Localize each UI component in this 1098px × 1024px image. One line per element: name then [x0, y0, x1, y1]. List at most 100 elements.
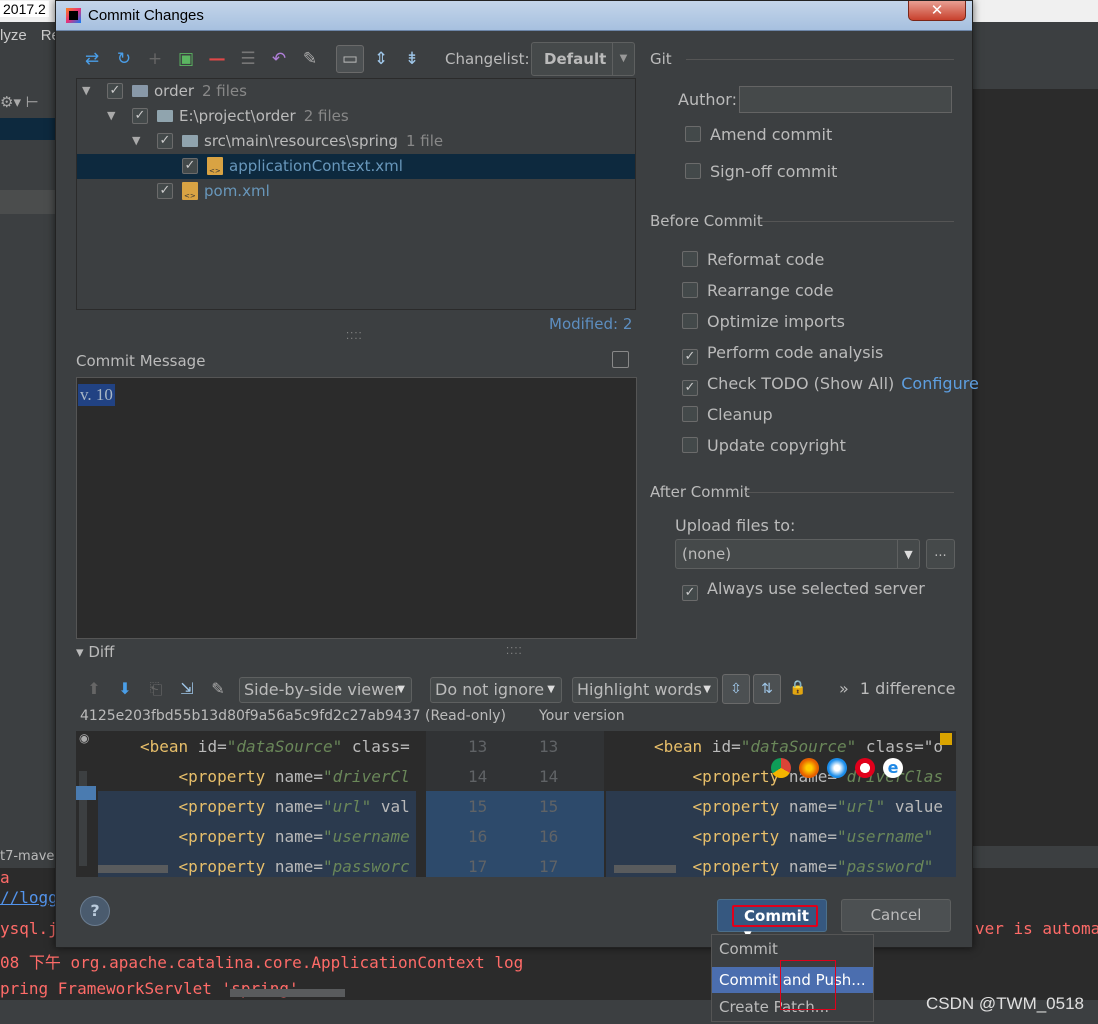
line-number: 15: [468, 797, 488, 816]
expand-arrow-icon[interactable]: ▼: [82, 84, 90, 97]
prev-file-icon[interactable]: ⎗: [145, 679, 167, 699]
expand-arrow-icon[interactable]: ▼: [107, 109, 115, 122]
collapse-unchanged-icon[interactable]: ⇳: [722, 674, 750, 704]
console-scrollbar[interactable]: [230, 989, 345, 997]
folder-icon: [182, 135, 198, 147]
right-scrollbar[interactable]: [614, 865, 676, 873]
tree-row[interactable]: ✓ applicationContext.xml: [77, 154, 635, 179]
viewer-dropdown[interactable]: Side-by-side viewer ▼: [239, 677, 412, 703]
rearrange-code-checkbox[interactable]: Rearrange code: [682, 281, 834, 300]
tree-checkbox[interactable]: ✓: [132, 108, 148, 124]
add-icon[interactable]: +: [145, 49, 165, 69]
left-code-line: <property name="url" val: [140, 797, 410, 816]
commit-message-editor[interactable]: v. 10: [76, 377, 637, 639]
safari-icon[interactable]: [827, 758, 847, 778]
always-use-server-checkbox[interactable]: ✓ Always use selected server: [682, 579, 925, 601]
right-code-line: <bean id="dataSource" class="o: [654, 737, 943, 756]
code-analysis-checkbox[interactable]: ✓ Perform code analysis: [682, 343, 883, 365]
help-button[interactable]: ?: [80, 896, 110, 926]
commit-message-history-icon[interactable]: [612, 351, 629, 368]
chevron-down-icon: ▼: [897, 540, 919, 568]
warning-marker[interactable]: [940, 733, 952, 745]
rollback-icon[interactable]: ↶: [269, 49, 289, 69]
chevron-down-icon: ▼: [703, 684, 711, 695]
jump-to-source-icon[interactable]: ⇲: [176, 679, 198, 699]
ignore-dropdown[interactable]: Do not ignore ▼: [430, 677, 562, 703]
tree-checkbox[interactable]: ✓: [157, 133, 173, 149]
console-link[interactable]: //logg: [0, 888, 58, 907]
left-scrollbar[interactable]: [98, 865, 168, 873]
xml-file-icon: [182, 182, 198, 200]
line-number: 14: [539, 767, 559, 786]
group-by-directory-icon[interactable]: ▭: [336, 45, 364, 73]
arrow-down-icon[interactable]: ⬇: [114, 679, 136, 699]
opera-icon[interactable]: [855, 758, 875, 778]
eye-icon[interactable]: ◉: [79, 731, 89, 745]
tree-item-label: applicationContext.xml: [229, 157, 403, 175]
tree-row[interactable]: ▼ ✓ src\main\resources\spring 1 file: [77, 129, 635, 154]
browse-servers-button[interactable]: ...: [926, 539, 955, 569]
reformat-code-checkbox[interactable]: Reformat code: [682, 250, 824, 269]
sign-off-checkbox[interactable]: Sign-off commit: [685, 162, 837, 181]
expand-all-icon[interactable]: ⇕: [371, 49, 391, 69]
remove-icon[interactable]: —: [207, 49, 227, 69]
collapse-all-icon[interactable]: ⇟: [402, 49, 422, 69]
optimize-imports-checkbox[interactable]: Optimize imports: [682, 312, 845, 331]
move-to-changelist-icon[interactable]: ▣: [176, 49, 196, 69]
ide-editor-tabs: [972, 22, 1098, 90]
changelist-dropdown[interactable]: Default ▼: [531, 42, 635, 76]
diff-toggle[interactable]: ▾ Diff: [76, 643, 114, 661]
console-line: a: [0, 868, 10, 887]
amend-commit-checkbox[interactable]: Amend commit: [685, 125, 832, 144]
show-diff-icon[interactable]: ⇄: [82, 49, 102, 69]
internet-explorer-icon[interactable]: e: [883, 758, 903, 778]
tree-row[interactable]: ✓ pom.xml: [77, 179, 635, 204]
tree-row[interactable]: ▼ ✓ E:\project\order 2 files: [77, 104, 635, 129]
tree-checkbox[interactable]: ✓: [107, 83, 123, 99]
refresh-icon[interactable]: ↻: [114, 49, 134, 69]
group-icon[interactable]: ☰: [238, 49, 258, 69]
lock-icon[interactable]: 🔒: [784, 674, 812, 704]
tree-item-label: pom.xml: [204, 182, 270, 200]
author-field[interactable]: [739, 86, 952, 113]
gutter-highlight: [426, 791, 604, 877]
firefox-icon[interactable]: [799, 758, 819, 778]
edit-source-icon[interactable]: ✎: [300, 49, 320, 69]
arrow-up-icon[interactable]: ⬆: [83, 679, 105, 699]
run-tab-label[interactable]: t7-maven: [0, 849, 63, 864]
annotation-box: [780, 960, 836, 1010]
line-number: 13: [539, 737, 559, 756]
tree-row[interactable]: ▼ ✓ order 2 files: [77, 79, 635, 104]
edit-icon[interactable]: ✎: [207, 679, 229, 699]
upload-server-dropdown[interactable]: (none) ▼: [675, 539, 920, 569]
difference-count: » 1 difference: [839, 679, 956, 698]
highlight-dropdown[interactable]: Highlight words ▼: [572, 677, 718, 703]
cancel-button[interactable]: Cancel: [841, 899, 951, 932]
ide-editor-area: [972, 22, 1098, 852]
splitter-handle[interactable]: ⁚⁚⁚⁚: [506, 646, 523, 657]
commit-button[interactable]: Commit ▾: [717, 899, 827, 943]
tree-checkbox[interactable]: ✓: [182, 158, 198, 174]
cleanup-checkbox[interactable]: Cleanup: [682, 405, 773, 424]
line-number: 16: [539, 827, 559, 846]
check-todo-checkbox[interactable]: ✓ Check TODO (Show All) Configure: [682, 374, 979, 396]
console-line-right: ver is automa: [975, 919, 1098, 938]
close-button[interactable]: ✕: [908, 1, 966, 21]
console-line: ysql.j: [0, 919, 58, 938]
gear-icon[interactable]: ⚙▾ ⊢: [0, 93, 39, 111]
update-copyright-checkbox[interactable]: Update copyright: [682, 436, 846, 455]
left-code-line: <bean id="dataSource" class=: [140, 737, 410, 756]
configure-link[interactable]: Configure: [901, 374, 979, 393]
splitter-handle[interactable]: ⁚⁚⁚⁚: [346, 331, 363, 342]
menu-analyze[interactable]: lyze: [0, 27, 27, 44]
sync-scroll-icon[interactable]: ⇅: [753, 674, 781, 704]
change-marker: [76, 786, 96, 800]
menu-item-commit[interactable]: Commit: [712, 936, 873, 962]
chrome-icon[interactable]: [771, 758, 791, 778]
dialog-title-bar[interactable]: Commit Changes ✕: [56, 1, 972, 31]
changed-files-tree[interactable]: ▼ ✓ order 2 files ▼ ✓ E:\project\order 2 f…: [76, 78, 636, 310]
tree-checkbox[interactable]: ✓: [157, 183, 173, 199]
diff-editor[interactable]: ◉ <bean id="dataSource" class= <property…: [76, 731, 956, 877]
expand-arrow-icon[interactable]: ▼: [132, 134, 140, 147]
commit-changes-dialog: Commit Changes ✕ ⇄ ↻ + ▣ — ☰ ↶ ✎ ▭ ⇕ ⇟ C…: [55, 0, 979, 948]
